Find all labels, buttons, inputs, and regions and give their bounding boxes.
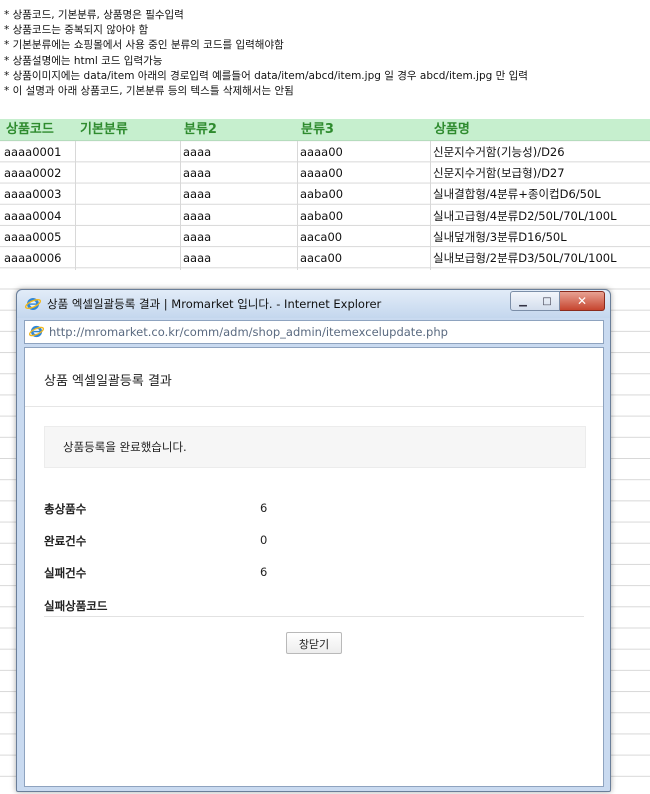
result-message: 상품등록을 완료했습니다. <box>63 440 187 454</box>
stat-value-total: 6 <box>260 501 268 515</box>
stat-value-completed: 0 <box>260 533 268 547</box>
cell-category-2[interactable]: aaaa <box>183 140 211 161</box>
cell-product-name[interactable]: 신문지수거함(보급형)/D27 <box>433 161 565 182</box>
cell-product-name[interactable]: 실내고급형/4분류D2/50L/70L/100L <box>433 204 616 225</box>
note-line: * 상품코드는 중복되지 않아야 함 <box>4 24 149 37</box>
stat-label-total: 총상품수 <box>44 502 87 516</box>
cell-category-2[interactable]: aaaa <box>183 225 211 246</box>
page-title: 상품 엑셀일괄등록 결과 <box>44 374 172 389</box>
note-line: * 상품설명에는 html 코드 입력가능 <box>4 54 163 67</box>
cell-category-3[interactable]: aaba00 <box>300 204 343 225</box>
cell-category-2[interactable]: aaaa <box>183 246 211 267</box>
cell-category-3[interactable]: aaaa00 <box>300 161 343 182</box>
cell-category-2[interactable]: aaaa <box>183 182 211 203</box>
cell-category-2[interactable]: aaaa <box>183 204 211 225</box>
header-category-3[interactable]: 분류3 <box>301 119 334 140</box>
cell-category-3[interactable]: aaaa00 <box>300 140 343 161</box>
note-line: * 이 설명과 아래 상품코드, 기본분류 등의 텍스틀 삭제해서는 안됨 <box>4 85 294 98</box>
table-row[interactable]: aaaa0002 aaaa aaaa00 신문지수거함(보급형)/D27 <box>0 161 650 182</box>
note-line: * 기본분류에는 쇼핑몰에서 사용 중인 분류의 코드를 입력해야함 <box>4 39 284 52</box>
minimize-icon: ▁ <box>519 295 527 307</box>
address-url[interactable]: http://mromarket.co.kr/comm/adm/shop_adm… <box>49 321 448 343</box>
window-titlebar[interactable]: 상품 엑셀일괄등록 결과 | Mromarket 입니다. - Internet… <box>17 290 610 318</box>
close-window-button[interactable]: 창닫기 <box>286 632 342 654</box>
close-icon: ✕ <box>576 294 588 308</box>
cell-product-name[interactable]: 실내보급형/2분류D3/50L/70L/100L <box>433 246 616 267</box>
cell-category-2[interactable]: aaaa <box>183 161 211 182</box>
ie-logo-icon <box>25 298 41 310</box>
cell-product-code[interactable]: aaaa0006 <box>4 246 61 267</box>
cell-product-code[interactable]: aaaa0002 <box>4 161 61 182</box>
stat-label-completed: 완료건수 <box>44 534 87 548</box>
maximize-button[interactable]: □ <box>535 291 560 311</box>
stat-label-failed: 실패건수 <box>44 566 87 580</box>
table-row[interactable]: aaaa0005 aaaa aaca00 실내덮개형/3분류D16/50L <box>0 225 650 246</box>
cell-product-name[interactable]: 신문지수거함(기능성)/D26 <box>433 140 565 161</box>
instruction-notes: * 상품코드, 기본분류, 상품명은 필수입력 * 상품코드는 중복되지 않아야… <box>4 8 528 99</box>
cell-product-code[interactable]: aaaa0005 <box>4 225 61 246</box>
cell-category-3[interactable]: aaca00 <box>300 246 342 267</box>
ie-popup-window: 상품 엑셀일괄등록 결과 | Mromarket 입니다. - Internet… <box>16 289 611 792</box>
note-line: * 상품코드, 기본분류, 상품명은 필수입력 <box>4 9 184 21</box>
header-category-2[interactable]: 분류2 <box>184 119 217 140</box>
window-close-button[interactable]: ✕ <box>560 291 605 311</box>
cell-product-code[interactable]: aaaa0003 <box>4 182 61 203</box>
table-row[interactable]: aaaa0004 aaaa aaba00 실내고급형/4분류D2/50L/70L… <box>0 204 650 225</box>
header-product-name[interactable]: 상품명 <box>434 119 470 140</box>
divider <box>25 406 603 407</box>
stat-label-failed-codes: 실패상품코드 <box>44 599 108 613</box>
minimize-button[interactable]: ▁ <box>510 291 536 311</box>
result-message-box: 상품등록을 완료했습니다. <box>44 426 586 468</box>
divider <box>44 616 584 617</box>
cell-product-code[interactable]: aaaa0001 <box>4 140 61 161</box>
table-row[interactable]: aaaa0003 aaaa aaba00 실내결합형/4분류+종이컵D6/50L <box>0 182 650 203</box>
cell-product-name[interactable]: 실내덮개형/3분류D16/50L <box>433 225 567 246</box>
cell-category-3[interactable]: aaba00 <box>300 182 343 203</box>
maximize-icon: □ <box>542 295 552 307</box>
stat-value-failed: 6 <box>260 565 268 579</box>
table-row[interactable]: aaaa0006 aaaa aaca00 실내보급형/2분류D3/50L/70L… <box>0 246 650 267</box>
table-row[interactable]: aaaa0001 aaaa aaaa00 신문지수거함(기능성)/D26 <box>0 140 650 161</box>
cell-product-name[interactable]: 실내결합형/4분류+종이컵D6/50L <box>433 182 601 203</box>
cell-category-3[interactable]: aaca00 <box>300 225 342 246</box>
note-line: * 상품이미지에는 data/item 아래의 경로입력 예를들어 data/i… <box>4 69 528 82</box>
header-base-category[interactable]: 기본분류 <box>80 119 128 140</box>
header-product-code[interactable]: 상품코드 <box>6 119 54 140</box>
page-content: 상품 엑셀일괄등록 결과 상품등록을 완료했습니다. 총상품수 6 완료건수 0… <box>24 347 604 787</box>
page-ie-icon <box>29 325 44 338</box>
address-bar[interactable]: http://mromarket.co.kr/comm/adm/shop_adm… <box>24 320 604 344</box>
sheet-header-row: 상품코드 기본분류 분류2 분류3 상품명 <box>0 119 650 141</box>
cell-product-code[interactable]: aaaa0004 <box>4 204 61 225</box>
window-title: 상품 엑셀일괄등록 결과 | Mromarket 입니다. - Internet… <box>47 297 382 311</box>
